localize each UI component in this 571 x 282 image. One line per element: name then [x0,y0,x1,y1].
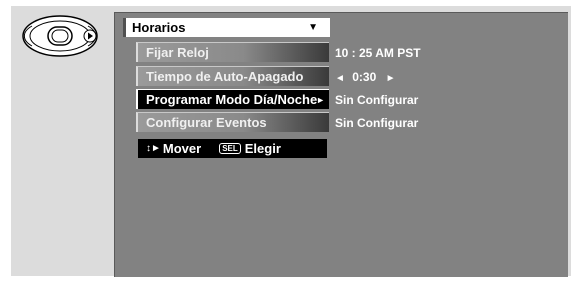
menu-item-label: Fijar Reloj [146,45,209,60]
menu-title-label: Horarios [132,20,186,35]
menu-item-configurar-eventos[interactable]: Configurar Eventos [136,112,329,132]
dropdown-arrow-icon: ▼ [308,22,318,33]
auto-off-time: 0:30 [352,70,377,84]
clock-value: 10 : 25 AM PST [335,46,421,60]
select-label: Elegir [244,141,281,156]
menu-item-label: Tiempo de Auto-Apagado [146,69,304,84]
move-arrows-icon: ↕► [146,142,161,154]
day-night-value: Sin Configurar [335,93,419,107]
menu-item-fijar-reloj[interactable]: Fijar Reloj [136,42,329,62]
events-value: Sin Configurar [335,116,419,130]
sel-key-icon: SEL [219,143,241,154]
move-label: Mover [162,141,202,156]
help-bar: ↕► Mover SEL Elegir [138,139,327,158]
left-arrow-icon[interactable]: ◄ [335,73,345,84]
menu-item-modo-dia-noche[interactable]: Programar Modo Día/Noche ► [136,89,329,109]
dpad-right-icon [20,14,100,58]
menu-item-label: Programar Modo Día/Noche [146,92,318,107]
right-arrow-icon[interactable]: ► [386,73,396,84]
menu-item-label: Configurar Eventos [146,115,267,130]
menu-title[interactable]: Horarios ▼ [123,18,330,37]
menu-item-auto-apagado[interactable]: Tiempo de Auto-Apagado [136,66,329,86]
submenu-arrow-icon: ► [316,95,325,105]
auto-off-value[interactable]: ◄ 0:30 ► [335,67,396,89]
